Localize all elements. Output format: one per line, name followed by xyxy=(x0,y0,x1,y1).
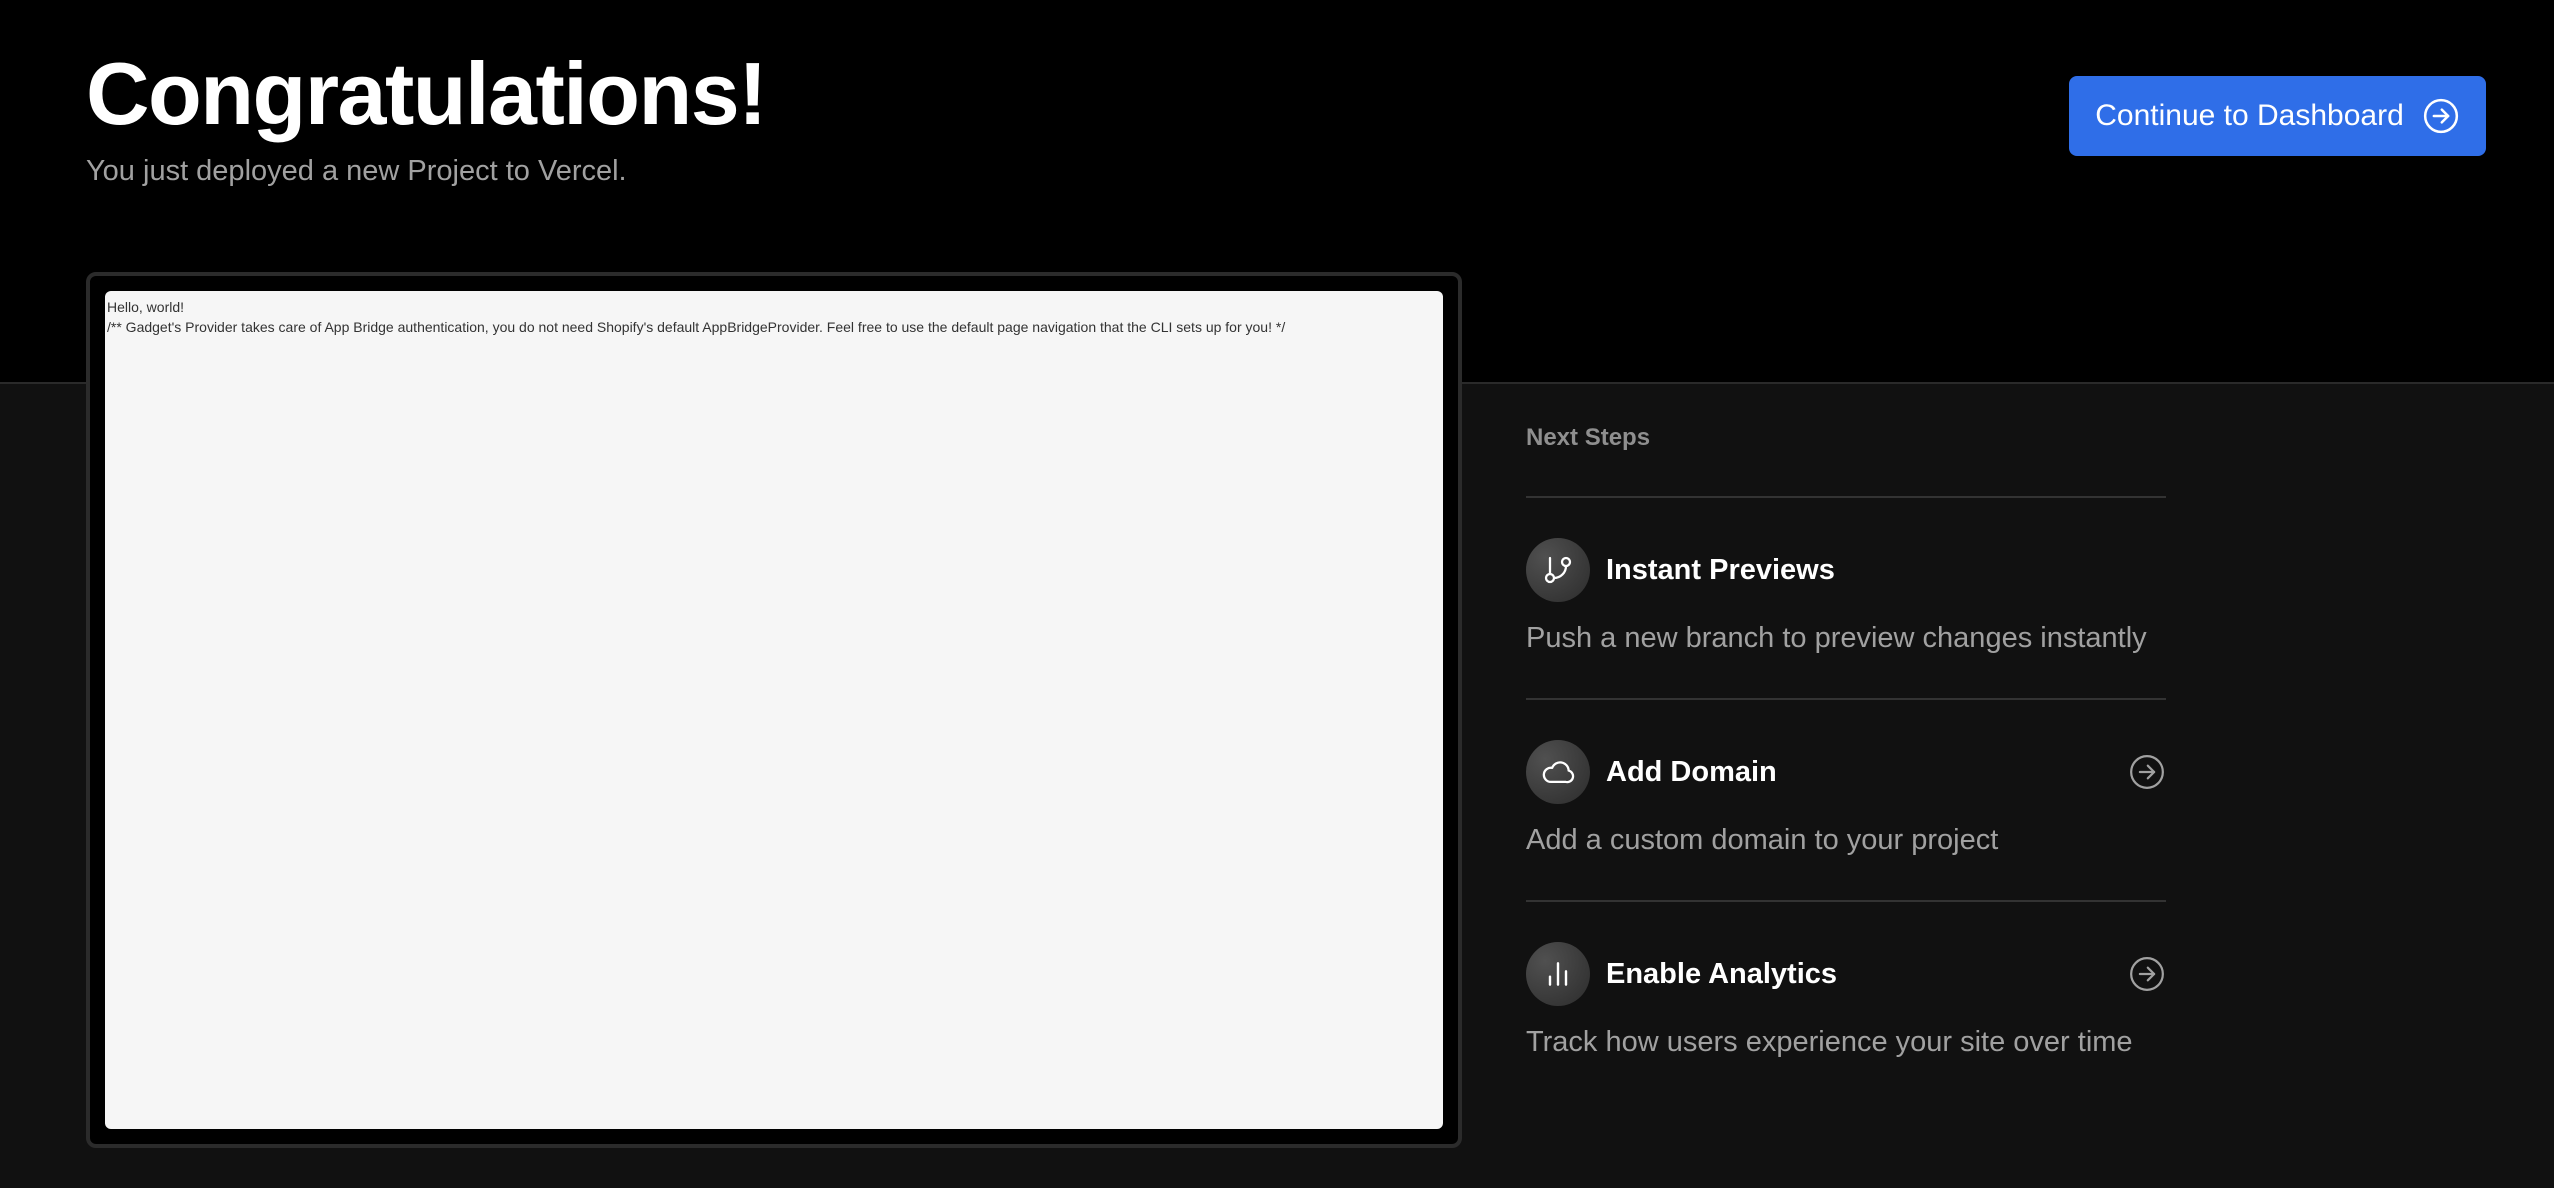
preview-text-line: /** Gadget's Provider takes care of App … xyxy=(107,319,1286,335)
page-subtitle: You just deployed a new Project to Verce… xyxy=(86,155,627,187)
step-title: Enable Analytics xyxy=(1606,957,1838,990)
next-steps-list: Instant Previews Push a new branch to pr… xyxy=(1526,496,2166,1102)
step-title: Instant Previews xyxy=(1606,553,1835,586)
deployment-preview-screen: Hello, world! /** Gadget's Provider take… xyxy=(105,291,1443,1129)
continue-button-label: Continue to Dashboard xyxy=(2095,99,2404,132)
step-title: Add Domain xyxy=(1606,755,1777,788)
deployment-preview-frame[interactable]: Hello, world! /** Gadget's Provider take… xyxy=(86,272,1462,1148)
step-description: Push a new branch to preview changes ins… xyxy=(1526,622,2147,654)
step-description: Add a custom domain to your project xyxy=(1526,824,1999,856)
step-enable-analytics[interactable]: Enable Analytics Track how users experie… xyxy=(1526,902,2166,1102)
page-title: Congratulations! xyxy=(86,44,767,143)
step-description: Track how users experience your site ove… xyxy=(1526,1026,2133,1058)
arrow-right-circle-icon[interactable] xyxy=(2128,955,2166,993)
git-branch-icon xyxy=(1526,538,1590,602)
arrow-right-circle-icon xyxy=(2422,97,2460,135)
step-add-domain[interactable]: Add Domain Add a custom domain to your p… xyxy=(1526,700,2166,900)
step-instant-previews[interactable]: Instant Previews Push a new branch to pr… xyxy=(1526,498,2166,698)
arrow-right-circle-icon[interactable] xyxy=(2128,753,2166,791)
next-steps-heading: Next Steps xyxy=(1526,424,1651,451)
continue-to-dashboard-button[interactable]: Continue to Dashboard xyxy=(2069,76,2486,156)
preview-text-line: Hello, world! xyxy=(107,299,185,315)
cloud-icon xyxy=(1526,740,1590,804)
bar-chart-icon xyxy=(1526,942,1590,1006)
